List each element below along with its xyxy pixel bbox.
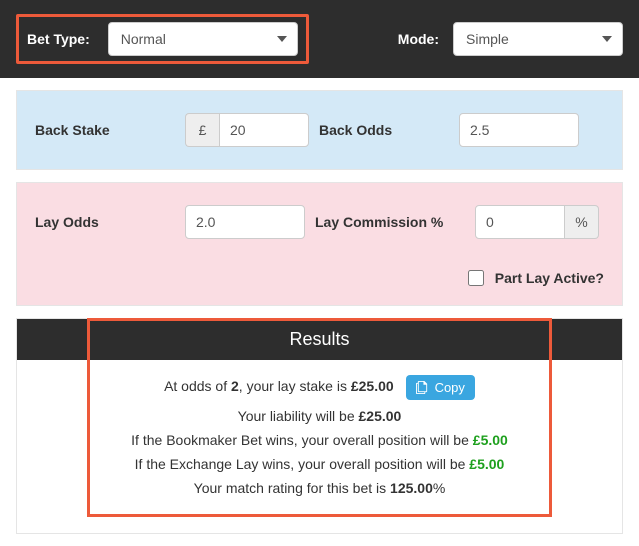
clipboard-icon — [416, 381, 429, 394]
lay-odds-label: Lay Odds — [35, 214, 185, 230]
back-odds-input[interactable] — [459, 113, 579, 147]
back-stake-group: £ — [185, 113, 309, 147]
mode-label: Mode: — [398, 31, 439, 47]
back-stake-label: Back Stake — [35, 122, 185, 138]
bet-type-label: Bet Type: — [27, 31, 90, 47]
result-match-rating: Your match rating for this bet is 125.00… — [100, 480, 539, 496]
part-lay-checkbox[interactable] — [468, 270, 484, 286]
percent-addon: % — [565, 205, 599, 239]
mode-value: Simple — [466, 31, 509, 47]
mode-select[interactable]: Simple — [453, 22, 623, 56]
bet-type-highlight: Bet Type: Normal — [16, 14, 309, 64]
results-highlight: At odds of 2, your lay stake is £25.00 C… — [87, 318, 552, 517]
lay-commission-label: Lay Commission % — [315, 214, 475, 230]
chevron-down-icon — [277, 36, 287, 42]
back-stake-input[interactable] — [219, 113, 309, 147]
result-liability: Your liability will be £25.00 — [100, 408, 539, 424]
part-lay-label: Part Lay Active? — [495, 270, 604, 286]
lay-commission-input[interactable] — [475, 205, 565, 239]
result-lay-stake: At odds of 2, your lay stake is £25.00 C… — [100, 375, 539, 400]
part-lay-row: Part Lay Active? — [35, 267, 604, 289]
topbar: Bet Type: Normal Mode: Simple — [0, 0, 639, 78]
result-bookmaker-win: If the Bookmaker Bet wins, your overall … — [100, 432, 539, 448]
chevron-down-icon — [602, 36, 612, 42]
lay-odds-input[interactable] — [185, 205, 305, 239]
bet-type-select[interactable]: Normal — [108, 22, 298, 56]
lay-commission-group: % — [475, 205, 599, 239]
mode-group: Mode: Simple — [398, 22, 623, 56]
bet-type-value: Normal — [121, 31, 166, 47]
copy-button[interactable]: Copy — [406, 375, 475, 400]
currency-addon: £ — [185, 113, 219, 147]
back-odds-label: Back Odds — [319, 122, 459, 138]
results-panel: Results At odds of 2, your lay stake is … — [16, 318, 623, 534]
back-panel: Back Stake £ Back Odds — [16, 90, 623, 170]
result-exchange-win: If the Exchange Lay wins, your overall p… — [100, 456, 539, 472]
lay-panel: Lay Odds Lay Commission % % Part Lay Act… — [16, 182, 623, 306]
